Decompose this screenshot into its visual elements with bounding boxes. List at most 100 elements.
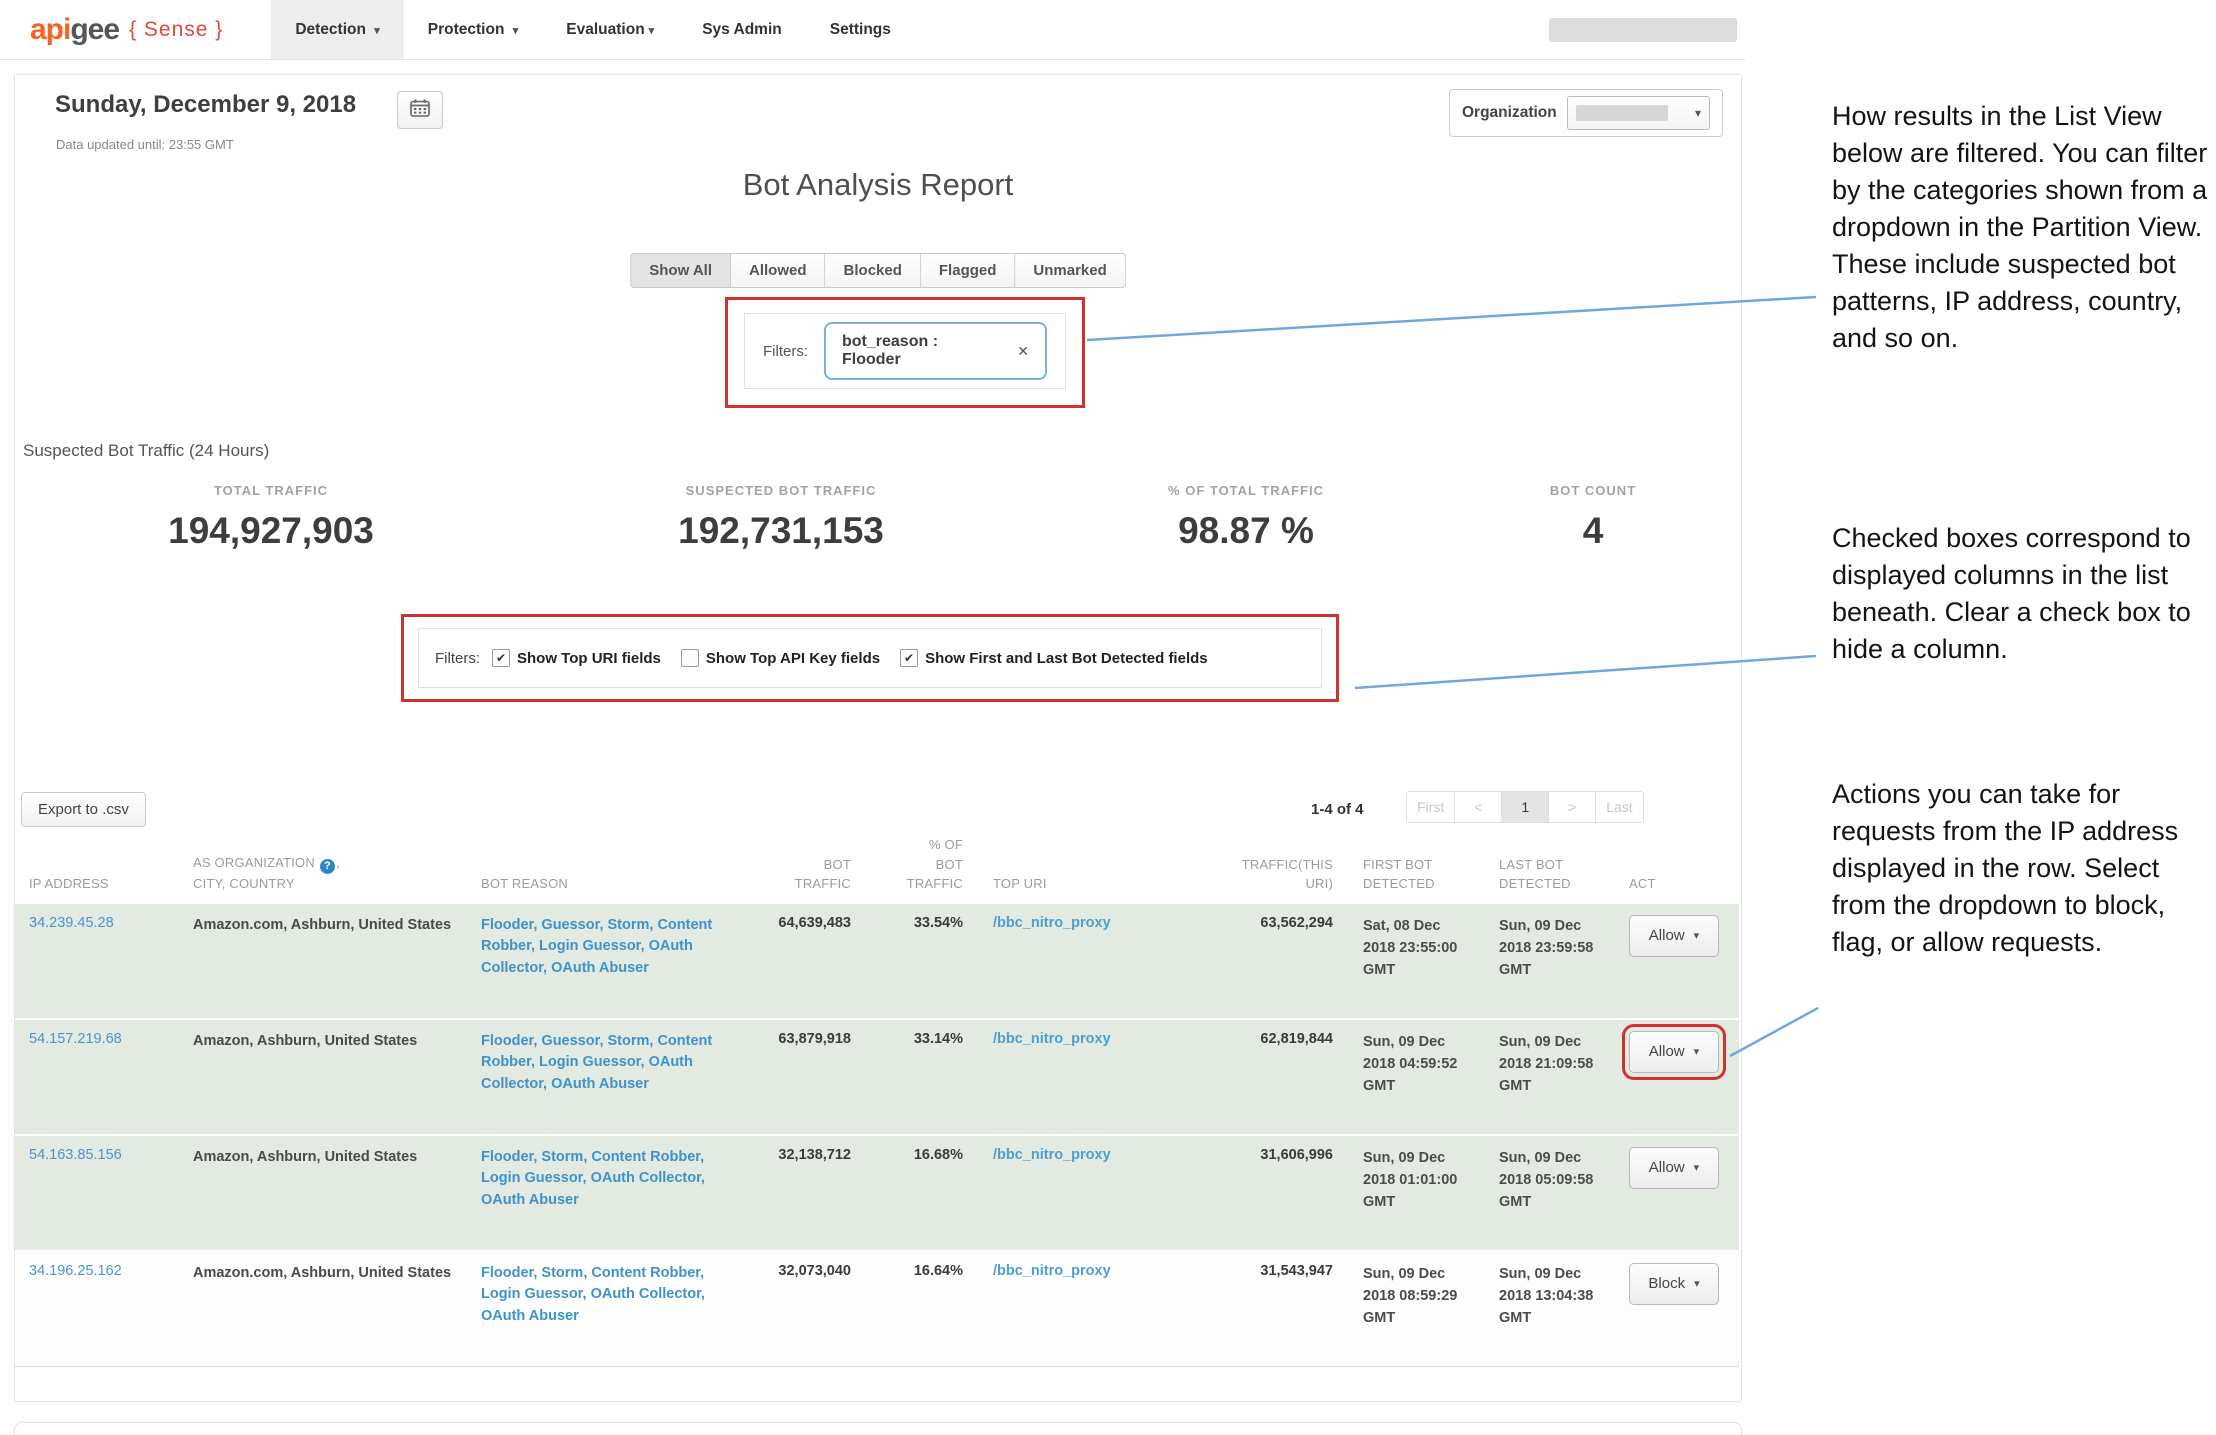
bot-reason-links[interactable]: Flooder, Storm, Content Robber, Login Gu…: [481, 1265, 705, 1325]
checkbox-checked-icon[interactable]: ✔: [900, 649, 918, 667]
bot-traffic-cell: 32,073,040: [721, 1263, 851, 1279]
col-header-last-bot-detected: LAST BOT DETECTED: [1499, 855, 1603, 894]
traffic-this-uri-cell: 31,606,996: [1183, 1147, 1333, 1163]
chevron-down-icon: ▾: [513, 25, 519, 37]
pagination-range: 1-4 of 4: [1311, 801, 1364, 818]
filter-chip-bot-reason[interactable]: bot_reason : Flooder ✕: [824, 322, 1047, 380]
organization-label: Organization: [1462, 104, 1557, 122]
help-icon[interactable]: ?: [320, 859, 335, 874]
annotation-box-filter-chip: Filters: bot_reason : Flooder ✕: [725, 297, 1085, 408]
bot-reason-links[interactable]: Flooder, Guessor, Storm, Content Robber,…: [481, 1033, 712, 1093]
chevron-down-icon: ▾: [374, 25, 380, 37]
checkbox-show-top-uri-fields[interactable]: ✔ Show Top URI fields: [492, 649, 661, 667]
col-header-top-uri: TOP URI: [993, 874, 1183, 894]
bot-reason-links[interactable]: Flooder, Storm, Content Robber, Login Gu…: [481, 1149, 705, 1209]
tab-allowed[interactable]: Allowed: [731, 253, 826, 288]
export-csv-button[interactable]: Export to .csv: [21, 792, 146, 827]
checkbox-checked-icon[interactable]: ✔: [492, 649, 510, 667]
close-icon[interactable]: ✕: [1017, 343, 1029, 360]
nav-item-detection[interactable]: Detection ▾: [271, 0, 403, 59]
col-header-ip-address: IP ADDRESS: [15, 874, 179, 894]
as-organization-cell: Amazon.com, Ashburn, United States: [193, 1263, 471, 1284]
col-header-bot-traffic: BOT TRAFFIC: [721, 855, 851, 894]
as-organization-cell: Amazon.com, Ashburn, United States: [193, 915, 471, 936]
chevron-down-icon: ▾: [1694, 929, 1700, 942]
action-dropdown[interactable]: Allow▾: [1629, 1147, 1719, 1189]
tab-show-all[interactable]: Show All: [630, 253, 731, 288]
top-navbar: apigee { Sense } Detection ▾ Protection …: [0, 0, 1745, 60]
traffic-this-uri-cell: 63,562,294: [1183, 915, 1333, 931]
page-title: Bot Analysis Report: [15, 167, 1741, 203]
action-dropdown[interactable]: Allow▾: [1629, 915, 1719, 957]
first-bot-detected-cell: Sun, 09 Dec 2018 01:01:00 GMT: [1363, 1147, 1467, 1214]
pagination: First < 1 > Last: [1406, 791, 1644, 823]
pct-bot-traffic-cell: 33.54%: [851, 915, 963, 931]
checkbox-show-first-last-bot-detected[interactable]: ✔ Show First and Last Bot Detected field…: [900, 649, 1208, 667]
main-nav: Detection ▾ Protection ▾ Evaluation▾ Sys…: [271, 0, 915, 59]
chevron-down-icon: ▾: [1695, 106, 1701, 120]
bot-traffic-cell: 63,879,918: [721, 1031, 851, 1047]
tab-flagged[interactable]: Flagged: [921, 253, 1016, 288]
checkbox-unchecked-icon[interactable]: [681, 649, 699, 667]
annotation-text-checkboxes: Checked boxes correspond to displayed co…: [1832, 520, 2214, 668]
table-row: 54.157.219.68 Amazon, Ashburn, United St…: [15, 1020, 1739, 1136]
page-last-button[interactable]: Last: [1596, 791, 1643, 823]
stat-suspected-bot-traffic: SUSPECTED BOT TRAFFIC 192,731,153: [678, 483, 884, 552]
filters-label: Filters:: [763, 343, 808, 360]
tab-unmarked[interactable]: Unmarked: [1015, 253, 1125, 288]
last-bot-detected-cell: Sun, 09 Dec 2018 13:04:38 GMT: [1499, 1263, 1603, 1330]
data-updated-text: Data updated until: 23:55 GMT: [56, 137, 234, 152]
ip-address-link[interactable]: 54.157.219.68: [29, 1031, 122, 1047]
col-header-traffic-this-uri: TRAFFIC(THIS URI): [1183, 855, 1333, 894]
organization-select[interactable]: ▾: [1567, 96, 1710, 130]
nav-item-protection[interactable]: Protection ▾: [404, 0, 543, 59]
status-tabs: Show All Allowed Blocked Flagged Unmarke…: [630, 253, 1126, 288]
action-dropdown[interactable]: Block▾: [1629, 1263, 1719, 1305]
bot-traffic-cell: 64,639,483: [721, 915, 851, 931]
action-dropdown-highlighted[interactable]: Allow▾: [1629, 1031, 1719, 1073]
chevron-down-icon: ▾: [649, 25, 655, 37]
logo-gee-text: gee: [70, 13, 119, 46]
first-bot-detected-cell: Sun, 09 Dec 2018 08:59:29 GMT: [1363, 1263, 1467, 1330]
last-bot-detected-cell: Sun, 09 Dec 2018 23:59:58 GMT: [1499, 915, 1603, 982]
sense-logo: { Sense }: [129, 18, 223, 42]
first-bot-detected-cell: Sat, 08 Dec 2018 23:55:00 GMT: [1363, 915, 1467, 982]
tab-blocked[interactable]: Blocked: [826, 253, 921, 288]
bot-reason-links[interactable]: Flooder, Guessor, Storm, Content Robber,…: [481, 917, 712, 977]
column-filters-label: Filters:: [435, 650, 480, 667]
chevron-down-icon: ▾: [1694, 1277, 1700, 1290]
col-header-act: ACT: [1629, 874, 1739, 894]
suspected-traffic-section-label: Suspected Bot Traffic (24 Hours): [23, 441, 269, 461]
top-uri-link[interactable]: /bbc_nitro_proxy: [993, 1147, 1111, 1163]
app-window: apigee { Sense } Detection ▾ Protection …: [0, 0, 1745, 60]
annotation-text-filtering: How results in the List View below are f…: [1832, 98, 2214, 357]
report-panel: Sunday, December 9, 2018 Data updated un…: [14, 74, 1742, 1402]
annotation-box-column-filters: Filters: ✔ Show Top URI fields Show Top …: [401, 614, 1339, 702]
table-row: 54.163.85.156 Amazon, Ashburn, United St…: [15, 1136, 1739, 1252]
date-picker-button[interactable]: [397, 91, 443, 129]
checkbox-show-top-api-key-fields[interactable]: Show Top API Key fields: [681, 649, 880, 667]
page-1-button[interactable]: 1: [1502, 791, 1549, 823]
table-row: 34.239.45.28 Amazon.com, Ashburn, United…: [15, 904, 1739, 1020]
top-uri-link[interactable]: /bbc_nitro_proxy: [993, 915, 1111, 931]
stat-percent-total-traffic: % OF TOTAL TRAFFIC 98.87 %: [1168, 483, 1324, 552]
page-first-button[interactable]: First: [1406, 791, 1455, 823]
ip-address-link[interactable]: 54.163.85.156: [29, 1147, 122, 1163]
pct-bot-traffic-cell: 16.68%: [851, 1147, 963, 1163]
ip-address-link[interactable]: 34.196.25.162: [29, 1263, 122, 1279]
traffic-this-uri-cell: 31,543,947: [1183, 1263, 1333, 1279]
traffic-this-uri-cell: 62,819,844: [1183, 1031, 1333, 1047]
top-uri-link[interactable]: /bbc_nitro_proxy: [993, 1031, 1111, 1047]
page-next-button[interactable]: >: [1549, 791, 1596, 823]
nav-item-evaluation[interactable]: Evaluation▾: [542, 0, 678, 59]
nav-item-settings[interactable]: Settings: [806, 0, 915, 59]
organization-value-redacted: [1576, 105, 1668, 121]
top-uri-link[interactable]: /bbc_nitro_proxy: [993, 1263, 1111, 1279]
page-prev-button[interactable]: <: [1455, 791, 1502, 823]
col-header-pct-bot-traffic: % OF BOT TRAFFIC: [851, 835, 963, 894]
ip-address-link[interactable]: 34.239.45.28: [29, 915, 114, 931]
table-header-row: IP ADDRESS AS ORGANIZATION?,CITY, COUNTR…: [15, 835, 1739, 904]
chevron-down-icon: ▾: [1694, 1045, 1700, 1058]
chevron-down-icon: ▾: [1694, 1161, 1700, 1174]
nav-item-sys-admin[interactable]: Sys Admin: [678, 0, 806, 59]
